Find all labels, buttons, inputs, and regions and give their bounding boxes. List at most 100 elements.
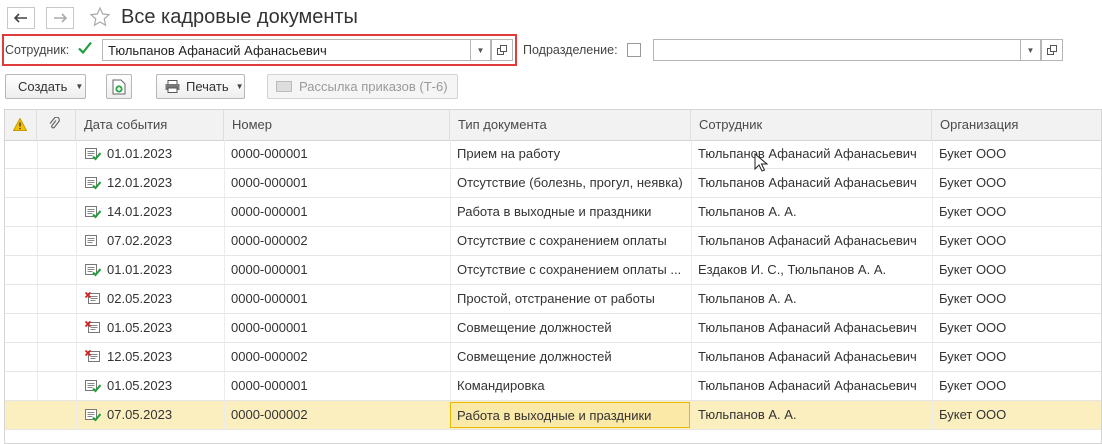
cell-employee: Тюльпанов Афанасий Афанасьевич xyxy=(698,349,917,364)
table-row[interactable]: 12.01.2023 0000-000001 Отсутствие (болезнь… xyxy=(5,169,1101,198)
cell-organization: Букет ООО xyxy=(939,407,1007,422)
cell-number: 0000-000002 xyxy=(231,349,308,364)
back-button[interactable] xyxy=(7,7,35,29)
forward-button[interactable] xyxy=(46,7,74,29)
table-row[interactable]: 01.01.2023 0000-000001 Отсутствие с сохран… xyxy=(5,256,1101,285)
arrow-right-icon xyxy=(54,13,67,23)
cell-employee: Тюльпанов А. А. xyxy=(698,407,797,422)
document-deleted-icon xyxy=(85,292,101,306)
cell-document-type[interactable]: Работа в выходные и праздники xyxy=(450,402,690,428)
cell-date: 07.05.2023 xyxy=(107,407,173,422)
cell-document-type: Отсутствие с сохранением оплаты ... xyxy=(457,262,682,277)
employee-dropdown-button[interactable]: ▼ xyxy=(470,39,491,61)
table-row[interactable]: 07.02.2023 0000-000002 Отсутствие с сохран… xyxy=(5,227,1101,256)
cell-organization: Букет ООО xyxy=(939,175,1007,190)
table-header: Дата события Номер Тип документа Сотрудн… xyxy=(5,110,1101,141)
cell-organization: Букет ООО xyxy=(939,262,1007,277)
document-posted-icon xyxy=(85,147,101,161)
table-row[interactable]: 02.05.2023 0000-000001 Простой, отстранени… xyxy=(5,285,1101,314)
column-header-number[interactable]: Номер xyxy=(224,110,450,140)
cell-date: 14.01.2023 xyxy=(107,204,173,219)
cell-date: 01.01.2023 xyxy=(107,262,173,277)
column-header-date[interactable]: Дата события xyxy=(76,110,224,140)
cell-employee: Ездаков И. С., Тюльпанов А. А. xyxy=(698,262,887,277)
cell-date: 12.05.2023 xyxy=(107,349,173,364)
cell-document-type: Прием на работу xyxy=(457,146,561,161)
add-from-file-button[interactable] xyxy=(106,74,132,99)
cell-organization: Букет ООО xyxy=(939,204,1007,219)
cell-employee: Тюльпанов А. А. xyxy=(698,204,797,219)
cell-date: 01.01.2023 xyxy=(107,146,173,161)
department-open-button[interactable] xyxy=(1041,39,1063,61)
print-button[interactable]: Печать ▼ xyxy=(156,74,245,99)
document-icon xyxy=(85,234,101,248)
cell-organization: Букет ООО xyxy=(939,233,1007,248)
employee-filter-checkbox[interactable] xyxy=(77,41,92,56)
cell-number: 0000-000001 xyxy=(231,320,308,335)
department-filter-checkbox[interactable] xyxy=(627,43,641,57)
employee-filter-field[interactable]: Тюльпанов Афанасий Афанасьевич ▼ xyxy=(102,39,492,61)
cell-employee: Тюльпанов Афанасий Афанасьевич xyxy=(698,146,917,161)
employee-filter-value: Тюльпанов Афанасий Афанасьевич xyxy=(108,43,327,58)
cell-employee: Тюльпанов А. А. xyxy=(698,291,797,306)
cell-organization: Букет ООО xyxy=(939,291,1007,306)
document-deleted-icon xyxy=(85,321,101,335)
cell-employee: Тюльпанов Афанасий Афанасьевич xyxy=(698,233,917,248)
table-row[interactable]: 07.05.2023 0000-000002 Работа в выходные и… xyxy=(5,401,1101,430)
cell-number: 0000-000001 xyxy=(231,378,308,393)
document-add-icon xyxy=(112,79,126,94)
cell-employee: Тюльпанов Афанасий Афанасьевич xyxy=(698,378,917,393)
cell-number: 0000-000002 xyxy=(231,233,308,248)
mailing-orders-label: Рассылка приказов (Т-6) xyxy=(299,79,448,94)
cell-date: 01.05.2023 xyxy=(107,378,173,393)
favorite-star-icon[interactable] xyxy=(89,6,111,31)
cell-document-type: Простой, отстранение от работы xyxy=(457,291,655,306)
table-row[interactable]: 01.05.2023 0000-000001 Совмещение должност… xyxy=(5,314,1101,343)
cell-number: 0000-000001 xyxy=(231,175,308,190)
column-header-employee[interactable]: Сотрудник xyxy=(691,110,932,140)
cell-employee: Тюльпанов Афанасий Афанасьевич xyxy=(698,175,917,190)
mailing-orders-button[interactable]: Рассылка приказов (Т-6) xyxy=(267,74,458,99)
create-button[interactable]: Создать ▼ xyxy=(5,74,86,99)
open-icon xyxy=(497,45,507,55)
document-deleted-icon xyxy=(85,350,101,364)
document-posted-icon xyxy=(85,408,101,422)
cell-organization: Букет ООО xyxy=(939,378,1007,393)
employee-open-button[interactable] xyxy=(491,39,513,61)
table-row[interactable]: 12.05.2023 0000-000002 Совмещение должност… xyxy=(5,343,1101,372)
print-button-label: Печать xyxy=(186,79,229,94)
open-icon xyxy=(1047,45,1057,55)
warning-column-header[interactable] xyxy=(5,110,37,140)
department-filter-field[interactable]: ▼ xyxy=(653,39,1042,61)
employee-filter-label: Сотрудник: xyxy=(5,43,70,57)
cell-document-type: Совмещение должностей xyxy=(457,320,612,335)
page-title: Все кадровые документы xyxy=(121,6,358,28)
cell-document-type: Работа в выходные и праздники xyxy=(457,204,652,219)
document-posted-icon xyxy=(85,263,101,277)
column-header-document-type[interactable]: Тип документа xyxy=(450,110,691,140)
cell-number: 0000-000001 xyxy=(231,146,308,161)
table-row[interactable]: 01.01.2023 0000-000001 Прием на работу Тюль… xyxy=(5,140,1101,169)
attachment-column-header[interactable] xyxy=(37,110,76,140)
cell-date: 01.05.2023 xyxy=(107,320,173,335)
cell-document-type: Совмещение должностей xyxy=(457,349,612,364)
cell-number: 0000-000002 xyxy=(231,407,308,422)
document-posted-icon xyxy=(85,176,101,190)
document-posted-icon xyxy=(85,379,101,393)
create-button-label: Создать xyxy=(18,79,68,94)
mailing-icon xyxy=(276,81,292,92)
document-posted-icon xyxy=(85,205,101,219)
table-row[interactable]: 14.01.2023 0000-000001 Работа в выходные и… xyxy=(5,198,1101,227)
table-row[interactable]: 01.05.2023 0000-000001 Командировка Тюльпан… xyxy=(5,372,1101,401)
cell-document-type: Отсутствие с сохранением оплаты xyxy=(457,233,667,248)
column-header-organization[interactable]: Организация xyxy=(932,110,1101,140)
printer-icon xyxy=(165,80,180,93)
warning-icon xyxy=(12,117,28,131)
mouse-cursor-icon xyxy=(754,153,768,172)
cell-organization: Букет ООО xyxy=(939,320,1007,335)
cell-organization: Букет ООО xyxy=(939,349,1007,364)
paperclip-icon xyxy=(49,116,60,129)
department-filter-label: Подразделение: xyxy=(523,43,618,57)
chevron-down-icon: ▼ xyxy=(235,82,244,91)
department-dropdown-button[interactable]: ▼ xyxy=(1020,39,1041,61)
